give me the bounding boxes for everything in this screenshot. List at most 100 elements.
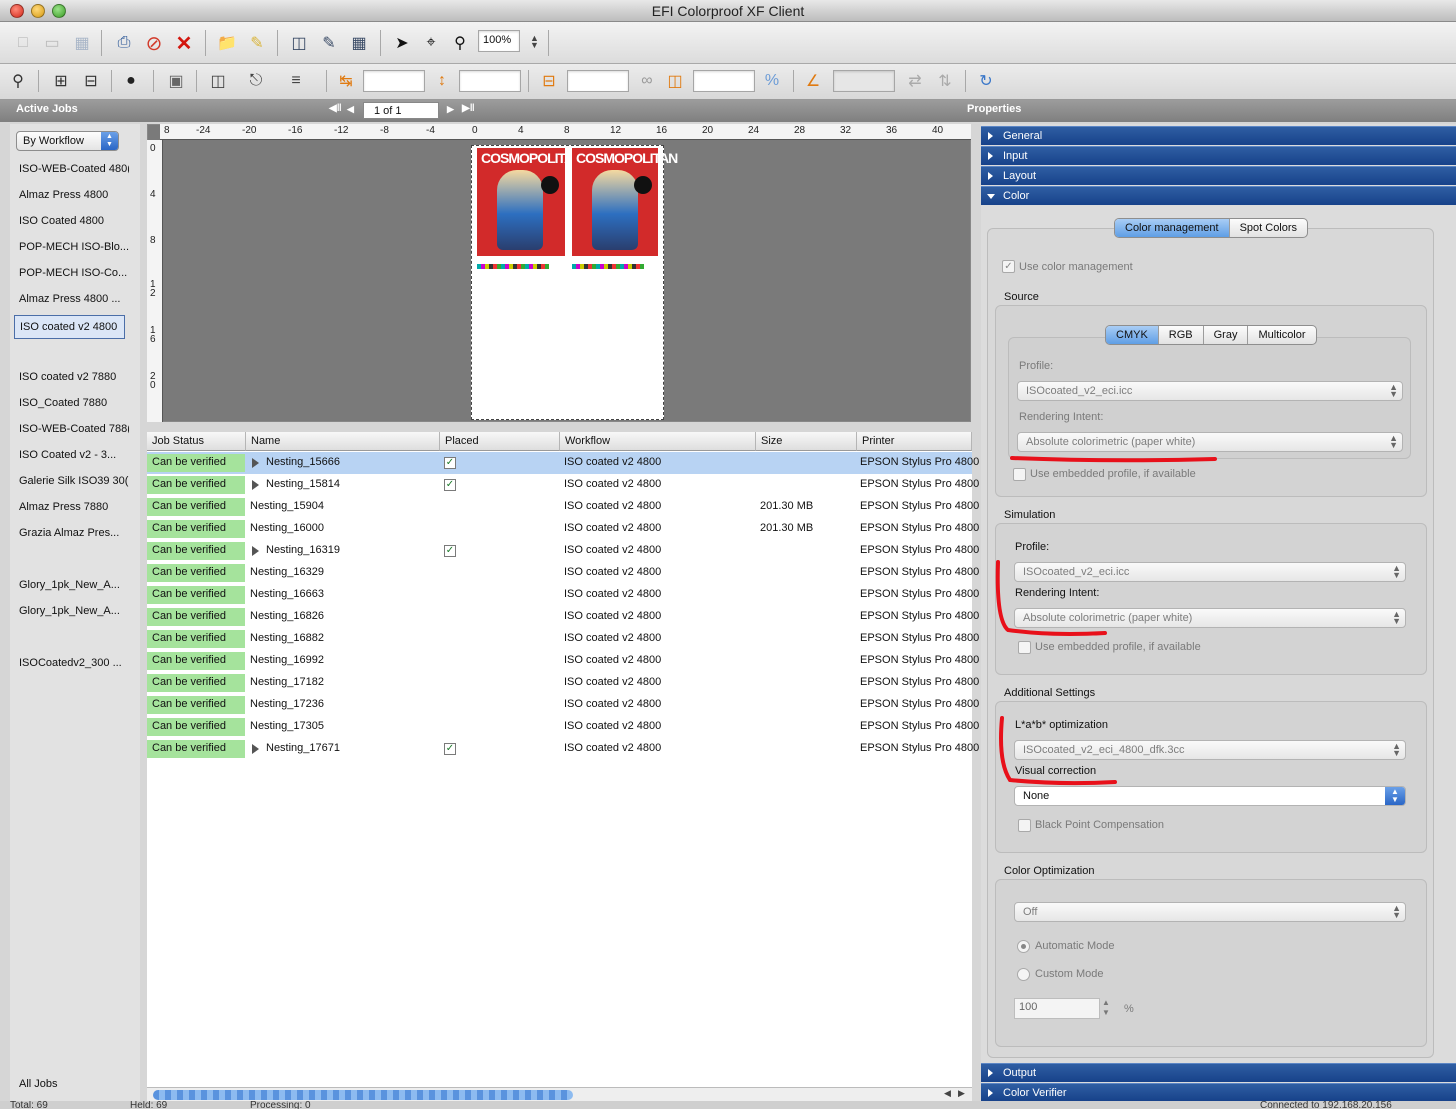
scrollbar-thumb[interactable] [153,1090,573,1100]
column-header[interactable]: Workflow [560,432,756,451]
simulation-profile-select[interactable]: ISOcoated_v2_eci.icc ▲ ▼ [1014,562,1406,582]
section-color-verifier[interactable]: Color Verifier [981,1083,1456,1101]
bpc-checkbox[interactable] [1018,819,1031,832]
sidebar-item[interactable]: POP-MECH ISO-Blo... [19,241,129,253]
zoom-field[interactable]: 100% [478,30,520,52]
sidebar-item[interactable]: ISO-WEB-Coated 788( [19,423,129,435]
page-field[interactable]: 1 of 1 [363,102,439,119]
height-icon[interactable]: ↕ [430,69,454,93]
column-header[interactable]: Job Status [147,432,246,451]
height-field[interactable] [459,70,521,92]
page-icon[interactable]: ▣ [164,69,188,93]
distribute-icon[interactable]: ≡ [284,69,308,93]
prev-page-button[interactable]: ◀ [347,104,354,115]
table-row[interactable]: Can be verified Nesting_17305 ISO coated v… [147,716,979,738]
next-page-button[interactable]: ▶ [447,104,454,115]
margin-h-icon[interactable]: ◫ [663,69,687,93]
table-row[interactable]: Can be verified Nesting_15666 ✓ ISO coated … [147,452,979,474]
link-icon[interactable]: ∞ [635,69,659,93]
sidebar-item[interactable]: Almaz Press 7880 [19,501,129,513]
column-header[interactable]: Name [246,432,440,451]
media-sheet[interactable]: COSMOPOLITAN COSMOPOLITAN [471,145,678,420]
table-row[interactable]: Can be verified Nesting_17182 ISO coated v… [147,672,979,694]
tab-cmyk[interactable]: CMYK [1106,326,1159,344]
placed-checkbox[interactable]: ✓ [444,479,456,491]
scroll-right-arrow[interactable]: ▶ [958,1088,965,1099]
percent-stepper-icon[interactable]: ▲ ▼ [1102,998,1110,1018]
table-row[interactable]: Can be verified Nesting_16992 ISO coated v… [147,650,979,672]
column-header[interactable]: Size [756,432,857,451]
sidebar-item[interactable]: Glory_1pk_New_A... [19,579,129,591]
section-general[interactable]: General [981,126,1456,145]
table-icon[interactable]: ▦ [347,31,371,55]
sidebar-item[interactable]: Glory_1pk_New_A... [19,605,129,617]
table-row[interactable]: Can be verified Nesting_17671 ✓ ISO coated … [147,738,979,760]
stop-icon[interactable]: ⊘ [142,31,166,55]
placed-checkbox[interactable]: ✓ [444,743,456,755]
sidebar-item[interactable]: ISO Coated v2 - 3... [19,449,129,461]
percent-field[interactable]: 100 [1014,998,1100,1019]
tab-multicolor[interactable]: Multicolor [1248,326,1315,344]
tab-color-management[interactable]: Color management [1115,219,1230,237]
table-row[interactable]: Can be verified Nesting_15904 ISO coated v… [147,496,979,518]
sidebar-item[interactable]: ISO_Coated 7880 [19,397,129,409]
drop-icon[interactable]: ● [119,69,143,93]
margin-h-field[interactable] [693,70,755,92]
simulation-embedded-checkbox[interactable] [1018,641,1031,654]
width-field[interactable] [363,70,425,92]
source-intent-select[interactable]: Absolute colorimetric (paper white) ▲ ▼ [1017,432,1403,452]
arrange-icon[interactable]: ◫ [206,69,230,93]
edit-icon[interactable]: ✎ [317,31,341,55]
last-page-button[interactable]: ▶‖ [462,103,475,114]
sidebar-item[interactable]: POP-MECH ISO-Co... [19,267,129,279]
scroll-left-arrow[interactable]: ◀ [944,1088,951,1099]
flip-h-icon[interactable]: ⇄ [903,69,927,93]
print-icon[interactable]: ⎙ [112,31,136,55]
margin-v-field[interactable] [567,70,629,92]
section-input[interactable]: Input [981,146,1456,165]
visual-correction-select[interactable]: None ▲ ▼ [1014,786,1406,806]
source-embedded-checkbox[interactable] [1013,468,1026,481]
tag-icon[interactable]: ✎ [245,31,269,55]
disclosure-triangle-icon[interactable] [252,744,259,754]
align-top-icon[interactable]: ⎋ [244,69,268,93]
placed-checkbox[interactable]: ✓ [444,457,456,469]
table-row[interactable]: Can be verified Nesting_16882 ISO coated v… [147,628,979,650]
zoom-stepper-icon[interactable]: ▲ ▼ [530,34,539,50]
sidebar-item[interactable]: Almaz Press 4800 [19,189,129,201]
percent-icon[interactable]: % [760,69,784,93]
refresh-icon[interactable]: ↻ [974,69,998,93]
tab-spot-colors[interactable]: Spot Colors [1230,219,1307,237]
automatic-mode-radio[interactable] [1017,940,1030,953]
section-layout[interactable]: Layout [981,166,1456,185]
width-icon[interactable]: ↹ [334,69,358,93]
sidebar-item[interactable]: Grazia Almaz Pres... [19,527,129,539]
crop-tool-icon[interactable]: ⌖ [419,31,443,55]
table-row[interactable]: Can be verified Nesting_16319 ✓ ISO coated … [147,540,979,562]
table-row[interactable]: Can be verified Nesting_16000 ISO coated v… [147,518,979,540]
optimization-mode-select[interactable]: Off ▲ ▼ [1014,902,1406,922]
column-header[interactable]: Printer [857,432,972,451]
add-page-icon[interactable]: ⊞ [49,69,73,93]
sidebar-item[interactable]: ISOCoatedv2_300 ... [19,657,129,669]
sidebar-item[interactable]: ISO-WEB-Coated 480( [19,163,129,175]
tab-gray[interactable]: Gray [1204,326,1249,344]
rotate-angle-icon[interactable]: ∠ [801,69,825,93]
flip-v-icon[interactable]: ⇅ [933,69,957,93]
column-header[interactable]: Placed [440,432,560,451]
simulation-intent-select[interactable]: Absolute colorimetric (paper white) ▲ ▼ [1014,608,1406,628]
remove-page-icon[interactable]: ⊟ [79,69,103,93]
arrow-tool-icon[interactable]: ➤ [390,31,414,55]
table-row[interactable]: Can be verified Nesting_15814 ✓ ISO coated … [147,474,979,496]
preview-icon[interactable]: ◫ [287,31,311,55]
table-row[interactable]: Can be verified Nesting_16826 ISO coated v… [147,606,979,628]
workflow-filter-select[interactable]: By Workflow ▲ ▼ [16,131,119,151]
zoom-tool-icon[interactable]: ⚲ [448,31,472,55]
disclosure-triangle-icon[interactable] [252,458,259,468]
folder-icon[interactable]: 📁 [215,31,239,55]
new-doc-icon[interactable]: □ [11,31,35,55]
table-row[interactable]: Can be verified Nesting_17236 ISO coated v… [147,694,979,716]
placed-checkbox[interactable]: ✓ [444,545,456,557]
section-color[interactable]: Color [981,186,1456,205]
delete-icon[interactable]: ✕ [172,31,196,55]
